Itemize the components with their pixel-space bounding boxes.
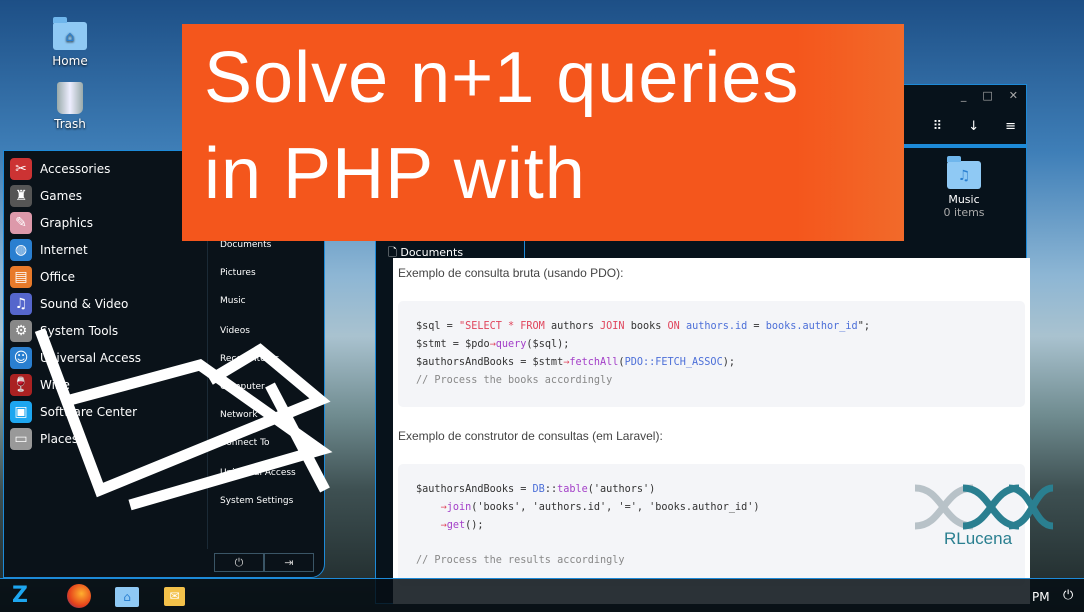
trash-icon xyxy=(57,82,83,114)
menu-category-office[interactable]: ▤ Office xyxy=(10,263,75,290)
desktop-icon-home[interactable]: ⌂ Home xyxy=(40,17,100,68)
paragraph: Exemplo de construtor de consultas (em L… xyxy=(398,429,663,443)
dna-logo-icon xyxy=(914,484,1054,530)
close-button[interactable]: ✕ xyxy=(1009,89,1018,102)
code-line: $sql = "SELECT * FROM authors JOIN books… xyxy=(416,321,870,332)
menu-category-internet[interactable]: ◍ Internet xyxy=(10,236,88,263)
clock[interactable]: PM xyxy=(1032,590,1050,604)
internet-icon: ◍ xyxy=(10,238,32,261)
menu-category-label: Graphics xyxy=(40,215,93,230)
home-folder-icon: ⌂ xyxy=(53,17,87,50)
desktop-icon-trash[interactable]: Trash xyxy=(40,82,100,131)
power-icon[interactable]: ⏻ xyxy=(1063,588,1073,603)
music-folder-icon: ♫ xyxy=(947,156,981,189)
banner-line-1: Solve n+1 queries xyxy=(204,38,800,118)
title-banner: Solve n+1 queries in PHP with xyxy=(182,24,904,241)
grid-view-icon[interactable]: ⠿ xyxy=(933,119,943,134)
code-comment: // Process the books accordingly xyxy=(416,375,613,386)
code-line: →get(); xyxy=(440,520,484,531)
article-panel: Exemplo de consulta bruta (usando PDO): … xyxy=(393,258,1054,604)
menu-category-label: Office xyxy=(40,269,76,284)
menu-category-accessories[interactable]: ✂ Accessories xyxy=(10,155,110,182)
logout-button[interactable]: ⇥ xyxy=(264,553,314,572)
files-icon[interactable]: ⌂ xyxy=(115,587,139,607)
code-line: $stmt = $pdo→query($sql); xyxy=(416,339,570,350)
logout-icon: ⇥ xyxy=(284,556,294,569)
rlucena-watermark: RLucena xyxy=(913,484,1054,549)
folder-music[interactable]: ♫ Music 0 items xyxy=(929,156,999,219)
zorin-menu-icon[interactable]: Z xyxy=(6,584,34,608)
place-item[interactable]: Pictures xyxy=(220,268,256,278)
minimize-button[interactable]: _ xyxy=(961,89,967,102)
laravel-logo xyxy=(34,328,333,511)
menu-category-games[interactable]: ♜ Games xyxy=(10,182,82,209)
code-line: →join('books', 'authors.id', '=', 'books… xyxy=(440,502,760,513)
code-comment: // Process the results accordingly xyxy=(416,555,625,566)
power-button[interactable]: ⏻ xyxy=(214,553,264,572)
mail-icon[interactable]: ✉ xyxy=(164,587,185,606)
code-block-pdo: $sql = "SELECT * FROM authors JOIN books… xyxy=(398,301,1025,407)
place-item[interactable]: Documents xyxy=(220,240,271,250)
menu-category-graphics[interactable]: ✎ Graphics xyxy=(10,209,93,236)
accessories-icon: ✂ xyxy=(10,157,32,180)
banner-line-2: in PHP with xyxy=(204,134,586,214)
taskbar: Z ⌂ ✉ PM ⏻ xyxy=(0,578,1084,612)
games-icon: ♜ xyxy=(10,184,32,207)
power-icon: ⏻ xyxy=(234,556,244,569)
paragraph: Exemplo de consulta bruta (usando PDO): xyxy=(398,266,624,280)
code-line: $authorsAndBooks = DB::table('authors') xyxy=(416,484,656,495)
menu-category-label: Internet xyxy=(40,242,88,257)
code-line: $authorsAndBooks = $stmt→fetchAll(PDO::F… xyxy=(416,357,735,368)
menu-category-label: Accessories xyxy=(40,161,111,176)
graphics-icon: ✎ xyxy=(10,211,32,234)
menu-category-label: Games xyxy=(40,188,82,203)
office-icon: ▤ xyxy=(10,265,32,288)
maximize-button[interactable]: □ xyxy=(982,89,992,102)
firefox-icon[interactable] xyxy=(67,584,91,608)
download-icon[interactable]: ↓ xyxy=(968,119,979,134)
menu-icon[interactable]: ≡ xyxy=(1005,119,1016,134)
